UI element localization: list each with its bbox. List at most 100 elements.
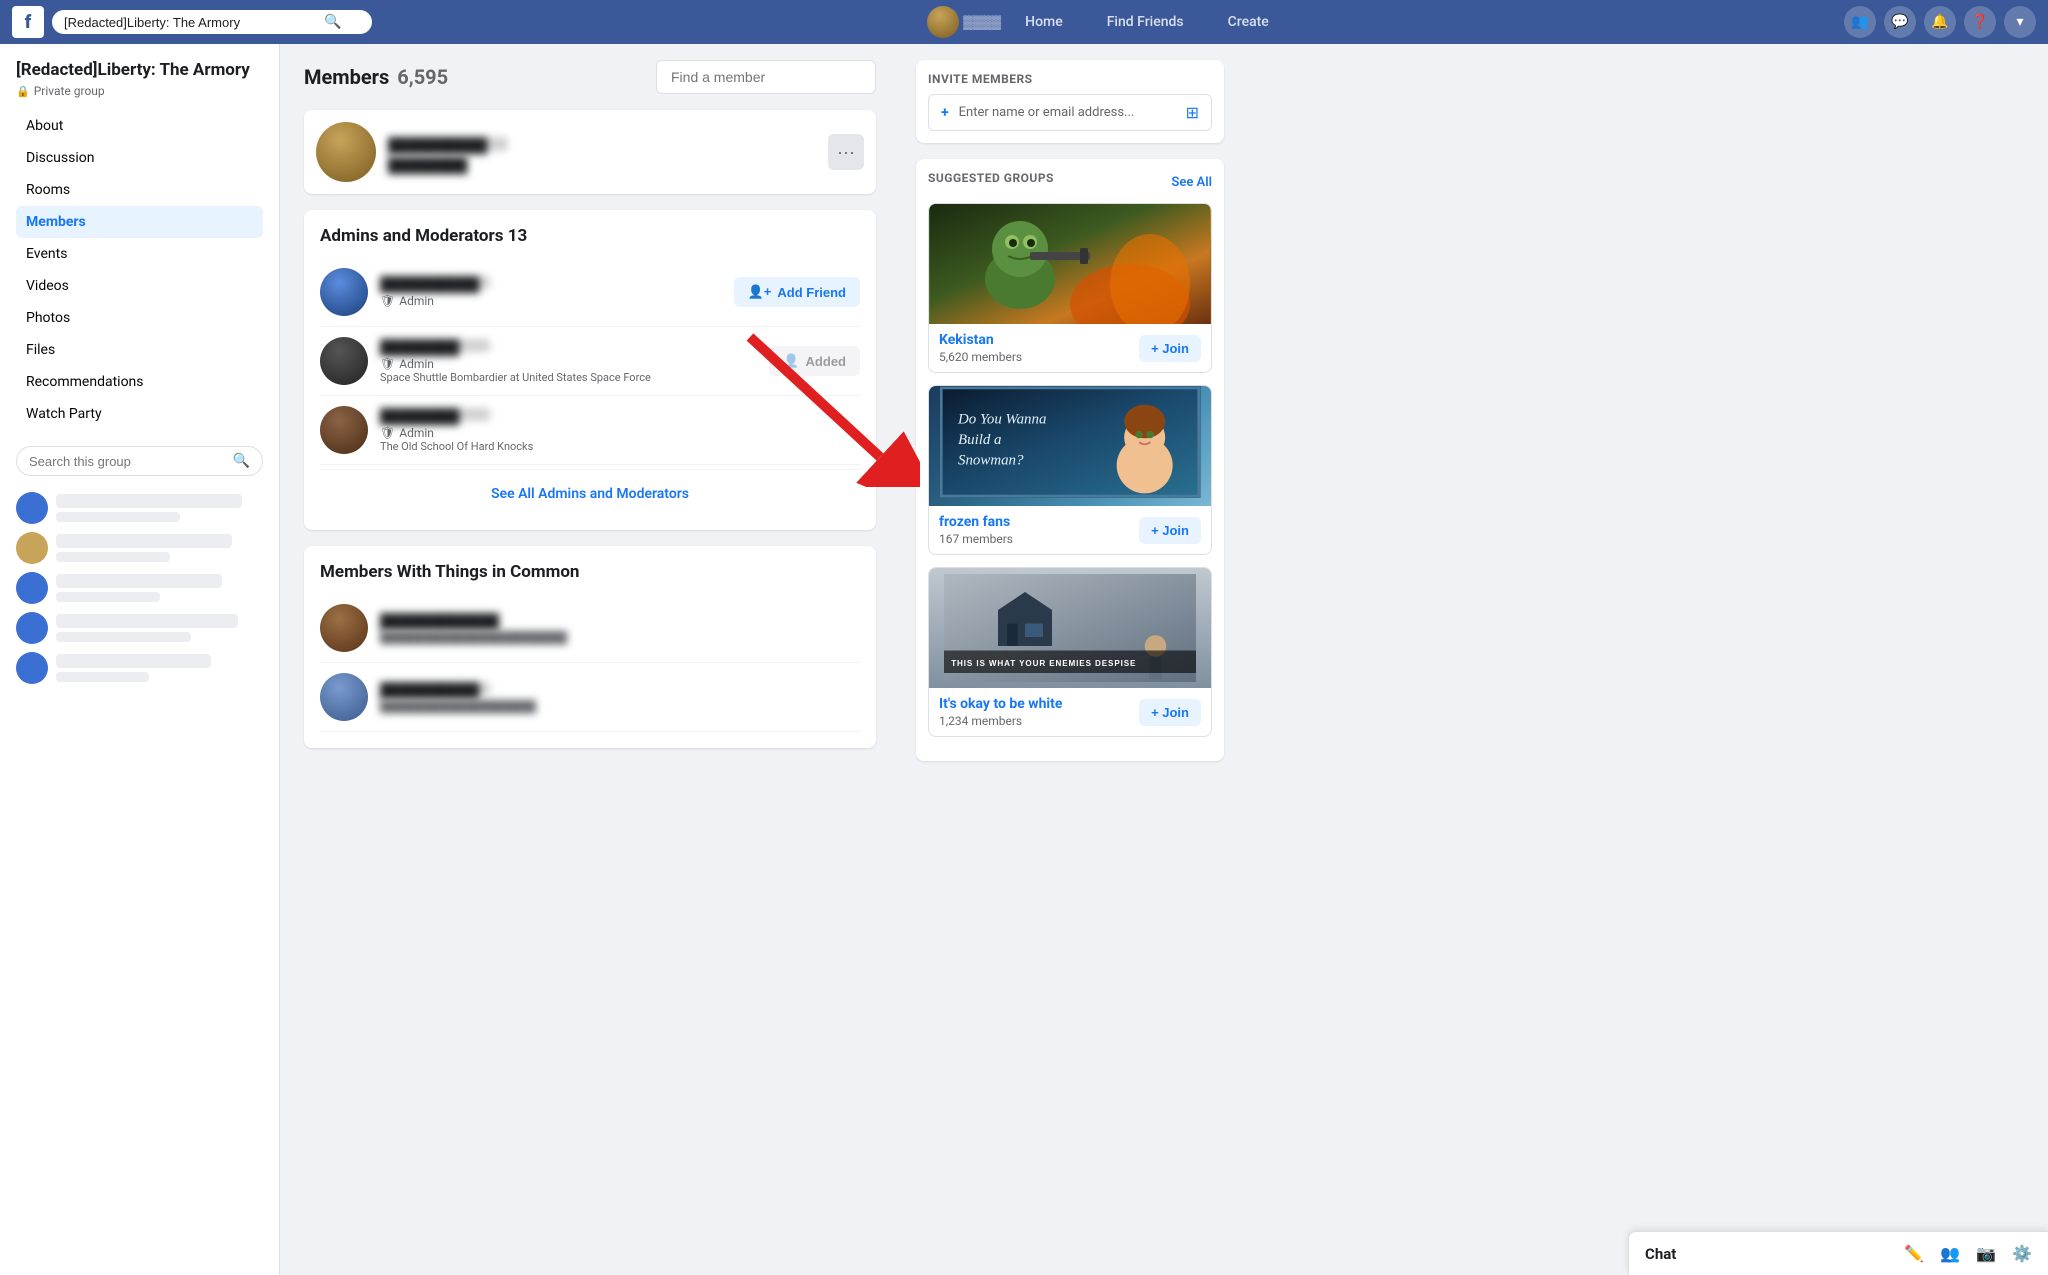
member-name: ██████████	[388, 137, 508, 151]
group-search-icon: 🔍	[233, 453, 250, 469]
sidebar-item-rooms[interactable]: Rooms	[16, 174, 263, 206]
admin-subtitle: The Old School Of Hard Knocks	[380, 440, 860, 453]
chat-edit-icon[interactable]: ✏️	[1904, 1244, 1924, 1263]
suggested-header: SUGGESTED GROUPS See All	[928, 171, 1212, 193]
suggested-group-info: Kekistan 5,620 members + Join	[929, 324, 1211, 372]
suggested-group-info: frozen fans 167 members + Join	[929, 506, 1211, 554]
messenger-icon-button[interactable]: 💬	[1884, 6, 1916, 38]
admin-info: ████████ 🛡 Admin The Old School Of Hard …	[380, 408, 860, 453]
suggested-group-image: Do You Wanna Build a Snowman?	[929, 386, 1211, 506]
help-icon-button[interactable]: ❓	[1964, 6, 1996, 38]
notifications-icon-button[interactable]: 🔔	[1924, 6, 1956, 38]
member-detail: ████████████████████	[380, 700, 860, 713]
suggested-group-details: frozen fans 167 members	[939, 514, 1013, 546]
suggested-group-name[interactable]: frozen fans	[939, 514, 1013, 530]
add-friend-icon: 👤+	[748, 284, 772, 300]
group-search-bar[interactable]: 🔍	[16, 446, 263, 476]
global-search-input[interactable]	[64, 15, 324, 30]
chat-camera-icon[interactable]: 📷	[1976, 1244, 1996, 1263]
sidebar-item-watch-party[interactable]: Watch Party	[16, 398, 263, 430]
suggested-group-members: 5,620 members	[939, 350, 1022, 364]
avatar	[320, 406, 368, 454]
member-detail: ████████	[388, 157, 468, 167]
main-layout: [Redacted]Liberty: The Armory 🔒 Private …	[0, 44, 2048, 1275]
center-content: Members 6,595 ██████████ ████████ ··· Ad…	[280, 44, 900, 1275]
sidebar-item-events[interactable]: Events	[16, 238, 263, 270]
admin-name: ██████████	[380, 276, 490, 289]
svg-text:THIS IS WHAT YOUR ENEMIES DESP: THIS IS WHAT YOUR ENEMIES DESPISE	[951, 659, 1136, 668]
sidebar-item-about[interactable]: About	[16, 110, 263, 142]
member-info: ██████████ ████████████████████	[380, 682, 860, 713]
admin-role: 🛡 Admin	[380, 294, 722, 308]
invite-input[interactable]: + Enter name or email address... ⊞	[928, 94, 1212, 131]
search-icon: 🔍	[324, 14, 341, 30]
sidebar-item-discussion[interactable]: Discussion	[16, 142, 263, 174]
admin-name: ████████	[380, 408, 490, 421]
members-count: 6,595	[397, 65, 448, 89]
username-blur: ▓▓▓▓	[963, 14, 1001, 30]
admin-role: 🛡 Admin	[380, 426, 860, 440]
sidebar-item-photos[interactable]: Photos	[16, 302, 263, 334]
left-sidebar: [Redacted]Liberty: The Armory 🔒 Private …	[0, 44, 280, 1275]
find-friends-nav-button[interactable]: Find Friends	[1087, 8, 1204, 36]
members-common-section: Members With Things in Common ██████████…	[304, 546, 876, 748]
admin-item: ████████ 🛡 Admin Space Shuttle Bombardie…	[320, 327, 860, 396]
sidebar-navigation: About Discussion Rooms Members Events Vi…	[16, 110, 263, 430]
private-group-badge: 🔒 Private group	[16, 84, 263, 98]
see-all-groups-link[interactable]: See All	[1171, 175, 1212, 190]
list-item	[16, 572, 263, 604]
suggested-group-members: 1,234 members	[939, 714, 1062, 728]
suggested-group-image: THIS IS WHAT YOUR ENEMIES DESPISE	[929, 568, 1211, 688]
invite-placeholder: Enter name or email address...	[959, 105, 1178, 120]
member-info: ██████████ ████████	[388, 137, 816, 167]
white-image-svg: THIS IS WHAT YOUR ENEMIES DESPISE	[935, 574, 1205, 682]
people-icon-button[interactable]: 👥	[1844, 6, 1876, 38]
sidebar-item-members[interactable]: Members	[16, 206, 263, 238]
suggested-group-name[interactable]: It's okay to be white	[939, 696, 1062, 712]
sidebar-item-videos[interactable]: Videos	[16, 270, 263, 302]
svg-text:Snowman?: Snowman?	[958, 452, 1024, 468]
find-member-input[interactable]	[656, 60, 876, 94]
member-detail: ████████████████████████	[380, 631, 860, 644]
group-search-input[interactable]	[29, 454, 227, 469]
sidebar-item-files[interactable]: Files	[16, 334, 263, 366]
list-item	[16, 492, 263, 524]
see-all-admins-link[interactable]: See All Admins and Moderators	[320, 474, 860, 514]
svg-text:Build a: Build a	[958, 432, 1002, 448]
suggested-group-card: Do You Wanna Build a Snowman? frozen fan…	[928, 385, 1212, 555]
avatar	[316, 122, 376, 182]
join-frozen-button[interactable]: + Join	[1139, 517, 1201, 544]
invite-section: INVITE MEMBERS + Enter name or email add…	[916, 60, 1224, 143]
suggested-groups-section: SUGGESTED GROUPS See All	[916, 159, 1224, 761]
avatar	[320, 673, 368, 721]
facebook-logo: f	[12, 6, 44, 38]
create-nav-button[interactable]: Create	[1208, 8, 1289, 36]
avatar	[16, 652, 48, 684]
sidebar-item-recommendations[interactable]: Recommendations	[16, 366, 263, 398]
add-friend-button[interactable]: 👤+ Add Friend	[734, 277, 860, 307]
admin-info: ██████████ 🛡 Admin	[380, 276, 722, 308]
suggested-group-details: It's okay to be white 1,234 members	[939, 696, 1062, 728]
list-item	[16, 652, 263, 684]
global-search-bar[interactable]: 🔍	[52, 10, 372, 34]
join-white-button[interactable]: + Join	[1139, 699, 1201, 726]
chat-settings-icon[interactable]: ⚙️	[2012, 1244, 2032, 1263]
members-header: Members 6,595	[304, 60, 876, 94]
admins-section: Admins and Moderators 13 ██████████ 🛡 Ad…	[304, 210, 876, 530]
admins-section-title: Admins and Moderators 13	[320, 226, 860, 246]
join-kekistan-button[interactable]: + Join	[1139, 335, 1201, 362]
user-avatar[interactable]	[927, 6, 959, 38]
suggested-group-name[interactable]: Kekistan	[939, 332, 1022, 348]
member-name: ██████████	[380, 682, 490, 695]
member-more-button[interactable]: ···	[828, 134, 864, 170]
members-common-title: Members With Things in Common	[320, 562, 860, 582]
chat-group-icon[interactable]: 👥	[1940, 1244, 1960, 1263]
invite-link-icon[interactable]: ⊞	[1186, 103, 1199, 122]
account-menu-button[interactable]: ▾	[2004, 6, 2036, 38]
suggested-group-card: Kekistan 5,620 members + Join	[928, 203, 1212, 373]
admin-item: ██████████ 🛡 Admin 👤+ Add Friend	[320, 258, 860, 327]
member-info: ████████████ ████████████████████████	[380, 613, 860, 644]
suggested-group-info: It's okay to be white 1,234 members + Jo…	[929, 688, 1211, 736]
added-button[interactable]: 👤 Added	[769, 346, 860, 376]
home-nav-button[interactable]: Home	[1005, 8, 1083, 36]
